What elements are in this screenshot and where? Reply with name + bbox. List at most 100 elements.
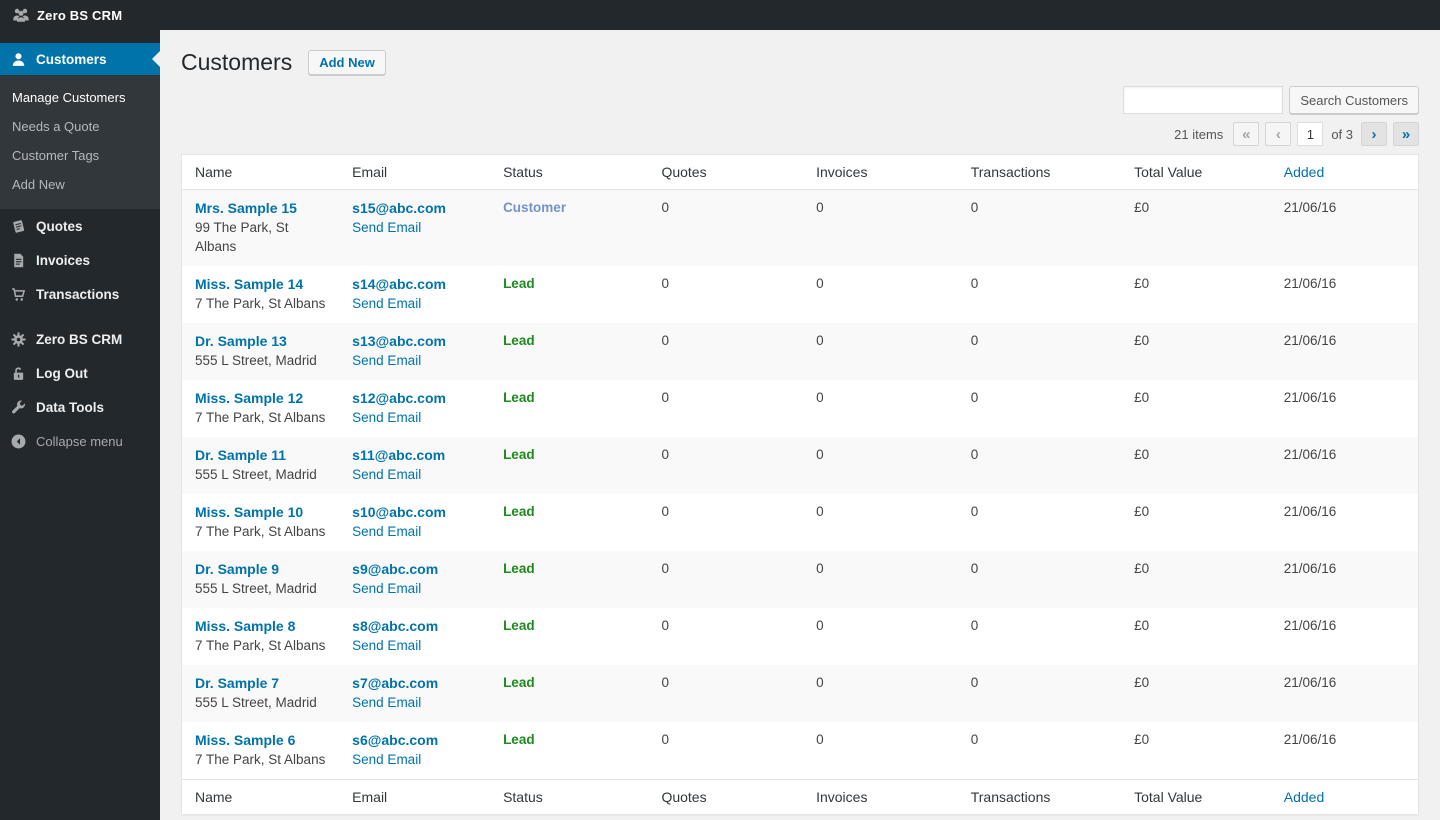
column-header-total-value: Total Value xyxy=(1121,780,1271,815)
send-email-link[interactable]: Send Email xyxy=(352,351,477,370)
send-email-link[interactable]: Send Email xyxy=(352,294,477,313)
added-date: 21/06/16 xyxy=(1271,494,1418,551)
customer-email-link[interactable]: s8@abc.com xyxy=(352,617,477,636)
admin-bar-site-title[interactable]: Zero BS CRM xyxy=(37,8,122,23)
search-input[interactable] xyxy=(1123,86,1283,114)
customer-email-link[interactable]: s7@abc.com xyxy=(352,674,477,693)
customer-name-link[interactable]: Miss. Sample 14 xyxy=(195,275,326,294)
sidebar-subitem-customer-tags[interactable]: Customer Tags xyxy=(0,141,160,170)
total-value: £0 xyxy=(1121,323,1271,380)
column-header-transactions: Transactions xyxy=(958,155,1121,190)
quotes-count: 0 xyxy=(648,665,803,722)
customer-email-link[interactable]: s12@abc.com xyxy=(352,389,477,408)
send-email-link[interactable]: Send Email xyxy=(352,522,477,541)
customer-email-link[interactable]: s15@abc.com xyxy=(352,199,477,218)
total-value: £0 xyxy=(1121,551,1271,608)
customer-address: 555 L Street, Madrid xyxy=(195,693,326,712)
send-email-link[interactable]: Send Email xyxy=(352,636,477,655)
customer-name-link[interactable]: Mrs. Sample 15 xyxy=(195,199,326,218)
customer-email-link[interactable]: s9@abc.com xyxy=(352,560,477,579)
transactions-count: 0 xyxy=(958,494,1121,551)
next-page-button[interactable]: › xyxy=(1361,122,1387,146)
sidebar-item-quotes[interactable]: Quotes xyxy=(0,209,160,243)
send-email-link[interactable]: Send Email xyxy=(352,750,477,769)
sidebar-item-zero-bs-crm-settings[interactable]: Zero BS CRM xyxy=(0,322,160,356)
customer-name-link[interactable]: Miss. Sample 12 xyxy=(195,389,326,408)
transactions-count: 0 xyxy=(958,380,1121,437)
status-badge: Lead xyxy=(503,333,535,348)
last-page-button[interactable]: » xyxy=(1393,122,1419,146)
quotes-count: 0 xyxy=(648,494,803,551)
status-badge: Lead xyxy=(503,618,535,633)
sidebar-item-transactions[interactable]: Transactions xyxy=(0,277,160,311)
sidebar-item-log-out[interactable]: Log Out xyxy=(0,356,160,390)
customer-name-link[interactable]: Dr. Sample 13 xyxy=(195,332,326,351)
sidebar-item-label: Transactions xyxy=(36,287,119,302)
send-email-link[interactable]: Send Email xyxy=(352,408,477,427)
person-icon xyxy=(0,51,36,68)
sidebar-item-data-tools[interactable]: Data Tools xyxy=(0,390,160,424)
previous-page-button: ‹ xyxy=(1265,122,1291,146)
customer-row: Dr. Sample 11555 L Street, Madrid s11@abc… xyxy=(182,437,1418,494)
total-value: £0 xyxy=(1121,494,1271,551)
customer-name-link[interactable]: Dr. Sample 11 xyxy=(195,446,326,465)
quotes-count: 0 xyxy=(648,190,803,267)
customer-address: 555 L Street, Madrid xyxy=(195,579,326,598)
quotes-count: 0 xyxy=(648,266,803,323)
send-email-link[interactable]: Send Email xyxy=(352,465,477,484)
sidebar-item-label: Zero BS CRM xyxy=(36,332,122,347)
page-header: Customers Add New xyxy=(181,30,1419,77)
sidebar-subitem-needs-a-quote[interactable]: Needs a Quote xyxy=(0,112,160,141)
transactions-count: 0 xyxy=(958,323,1121,380)
customer-email-link[interactable]: s11@abc.com xyxy=(352,446,477,465)
customer-name-link[interactable]: Dr. Sample 9 xyxy=(195,560,326,579)
status-badge: Lead xyxy=(503,276,535,291)
send-email-link[interactable]: Send Email xyxy=(352,693,477,712)
added-date: 21/06/16 xyxy=(1271,722,1418,780)
column-header-name: Name xyxy=(182,155,339,190)
invoices-count: 0 xyxy=(803,437,958,494)
sidebar-subitem-add-new[interactable]: Add New xyxy=(0,170,160,199)
send-email-link[interactable]: Send Email xyxy=(352,218,477,237)
main-content: Customers Add New Search Customers 21 it… xyxy=(160,30,1440,820)
send-email-link[interactable]: Send Email xyxy=(352,579,477,598)
current-page-input[interactable] xyxy=(1297,122,1323,146)
sidebar-item-label: Invoices xyxy=(36,253,90,268)
collapse-menu-button[interactable]: Collapse menu xyxy=(0,424,160,458)
sidebar-item-invoices[interactable]: Invoices xyxy=(0,243,160,277)
column-header-transactions: Transactions xyxy=(958,780,1121,815)
customer-name-link[interactable]: Miss. Sample 8 xyxy=(195,617,326,636)
quotes-count: 0 xyxy=(648,323,803,380)
column-header-added[interactable]: Added xyxy=(1271,780,1418,815)
added-date: 21/06/16 xyxy=(1271,380,1418,437)
total-value: £0 xyxy=(1121,190,1271,267)
added-date: 21/06/16 xyxy=(1271,323,1418,380)
customer-name-link[interactable]: Dr. Sample 7 xyxy=(195,674,326,693)
status-badge: Lead xyxy=(503,561,535,576)
sidebar-subitem-manage-customers[interactable]: Manage Customers xyxy=(0,83,160,112)
sidebar-item-label: Quotes xyxy=(36,219,83,234)
customer-address: 555 L Street, Madrid xyxy=(195,465,326,484)
customer-address: 7 The Park, St Albans xyxy=(195,294,326,313)
invoices-count: 0 xyxy=(803,551,958,608)
customer-email-link[interactable]: s13@abc.com xyxy=(352,332,477,351)
zero-bs-crm-logo-icon xyxy=(12,6,30,24)
search-customers-button[interactable]: Search Customers xyxy=(1289,86,1419,114)
customer-email-link[interactable]: s14@abc.com xyxy=(352,275,477,294)
wrench-icon xyxy=(0,399,36,416)
transactions-count: 0 xyxy=(958,437,1121,494)
quotes-count: 0 xyxy=(648,437,803,494)
column-header-name: Name xyxy=(182,780,339,815)
customer-name-link[interactable]: Miss. Sample 6 xyxy=(195,731,326,750)
customer-row: Dr. Sample 7555 L Street, Madrid s7@abc.c… xyxy=(182,665,1418,722)
customer-email-link[interactable]: s6@abc.com xyxy=(352,731,477,750)
items-count: 21 items xyxy=(1174,127,1223,142)
sidebar-item-customers[interactable]: Customers xyxy=(0,43,160,75)
sidebar-item-label: Log Out xyxy=(36,366,88,381)
transactions-count: 0 xyxy=(958,551,1121,608)
quotes-count: 0 xyxy=(648,608,803,665)
customer-name-link[interactable]: Miss. Sample 10 xyxy=(195,503,326,522)
column-header-added[interactable]: Added xyxy=(1271,155,1418,190)
add-new-button[interactable]: Add New xyxy=(308,50,386,75)
customer-email-link[interactable]: s10@abc.com xyxy=(352,503,477,522)
